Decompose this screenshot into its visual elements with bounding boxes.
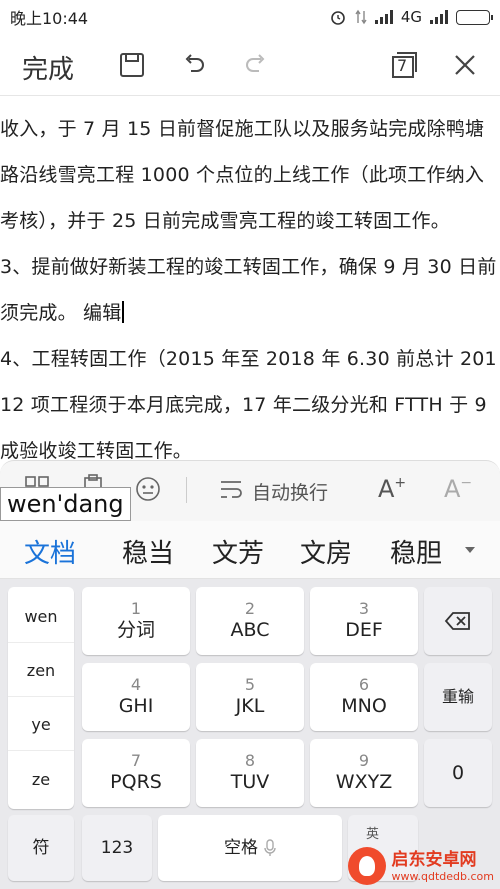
key-label: GHI (118, 695, 154, 717)
document-body[interactable]: 收入，于 7 月 15 日前督促施工队以及服务站完成除鸭塘 路沿线雪亮工程 10… (0, 100, 500, 460)
keyboard-toolbar: 自动换行 A+ A− wen'dang (0, 461, 500, 521)
key-label: 0 (451, 762, 465, 784)
expand-candidates-icon[interactable] (464, 545, 476, 555)
number-mode-label: 123 (100, 838, 134, 858)
done-button[interactable]: 完成 (22, 49, 74, 86)
key-3[interactable]: 3 DEF (310, 587, 418, 655)
doc-line: 12 项工程须于本月底完成，17 年二级分光和 FTTH 于 9 (0, 394, 487, 416)
key-number: 7 (130, 751, 142, 770)
status-bar: 晚上10:44 4G (0, 0, 500, 34)
font-increase-label: A (378, 475, 395, 503)
battery-icon (456, 9, 493, 25)
space-label: 空格 (224, 838, 258, 858)
language-label: 英 (366, 827, 380, 842)
candidate-bar: 文档 稳当 文芳 文房 稳胆 (0, 521, 500, 579)
pinyin-option[interactable]: ye (8, 699, 74, 751)
key-number: 3 (358, 599, 370, 618)
toolbar-divider (186, 477, 187, 503)
editor-toolbar: 完成 7 (0, 34, 500, 96)
text-cursor (122, 301, 125, 323)
close-icon[interactable] (449, 49, 481, 81)
network-type: 4G (400, 8, 422, 26)
symbol-label: 符 (32, 838, 50, 858)
candidate-item[interactable]: 稳当 (122, 533, 174, 570)
candidate-item[interactable]: 稳胆 (390, 533, 444, 570)
key-4[interactable]: 4 GHI (82, 663, 190, 731)
doc-line: 4、工程转固工作（2015 年至 2018 年 6.30 前总计 201 项 (0, 348, 500, 370)
key-0[interactable]: 0 (424, 739, 492, 807)
key-number: 2 (244, 599, 256, 618)
key-number: 9 (358, 751, 370, 770)
key-label: WXYZ (335, 771, 393, 793)
doc-line: 路沿线雪亮工程 1000 个点位的上线工作（此项工作纳入 (0, 164, 485, 186)
key-label: DEF (345, 619, 383, 641)
redo-icon[interactable] (240, 49, 272, 81)
keypad: wen zen ye ze 1 分词 2 ABC 3 DEF 4 GHI 5 JKL 6M… (0, 579, 500, 889)
composition-text: wen'dang (0, 487, 131, 521)
status-time: 晚上10:44 (10, 9, 89, 28)
auto-wrap-label[interactable]: 自动换行 (252, 478, 328, 505)
font-increase-button[interactable]: A+ (378, 475, 406, 503)
candidate-item[interactable]: 文房 (300, 533, 352, 570)
candidate-item[interactable]: 文档 (24, 533, 76, 570)
watermark: 启东安卓网 www.qdtdedb.com (347, 847, 494, 885)
key-1[interactable]: 1 分词 (82, 587, 190, 655)
pinyin-option[interactable]: wen (8, 591, 74, 643)
key-2[interactable]: 2 ABC (196, 587, 304, 655)
tab-count: 7 (397, 56, 408, 75)
input-method-keyboard: 自动换行 A+ A− wen'dang 文档 稳当 文芳 文房 稳胆 wen z… (0, 460, 500, 889)
key-number: 6 (358, 675, 370, 694)
key-number: 5 (244, 675, 256, 694)
space-key[interactable]: 空格 (158, 815, 342, 881)
wrap-icon[interactable] (218, 477, 244, 503)
signal-icon (374, 10, 393, 24)
doc-line-with-cursor: 须完成。 编辑 (0, 298, 125, 325)
doc-line: 考核），并于 25 日前完成雪亮工程的竣工转固工作。 (0, 210, 450, 232)
key-number: 8 (244, 751, 256, 770)
key-label: 分词 (116, 619, 155, 641)
key-label: MNO (341, 695, 387, 717)
doc-line-text: 须完成。 编辑 (0, 302, 122, 324)
plus-icon: + (394, 475, 407, 491)
reinput-button[interactable]: 重输 (424, 663, 492, 731)
pinyin-option[interactable]: zen (8, 645, 74, 697)
doc-line: 收入，于 7 月 15 日前督促施工队以及服务站完成除鸭塘 (0, 118, 485, 140)
key-number: 1 (130, 599, 142, 618)
key-7[interactable]: 7 PQRS (82, 739, 190, 807)
font-decrease-button[interactable]: A− (444, 475, 472, 503)
key-label: PQRS (110, 771, 162, 793)
watermark-url: www.qdtdedb.com (391, 869, 494, 883)
backspace-icon (444, 612, 470, 630)
emoji-icon[interactable] (134, 475, 162, 503)
key-label: ABC (230, 619, 270, 641)
microphone-icon (264, 839, 276, 856)
save-icon[interactable] (116, 49, 148, 81)
watermark-name: 启东安卓网 (391, 849, 477, 870)
symbol-button[interactable]: 符 (8, 815, 74, 881)
key-6[interactable]: 6 MNO (310, 663, 418, 731)
pinyin-column: wen zen ye ze (8, 587, 74, 809)
reinput-label: 重输 (441, 687, 474, 706)
number-mode-button[interactable]: 123 (82, 815, 152, 881)
key-9[interactable]: 9 WXYZ (310, 739, 418, 807)
font-decrease-label: A (444, 475, 461, 503)
key-8[interactable]: 8 TUV (196, 739, 304, 807)
pinyin-option[interactable]: ze (8, 753, 74, 805)
watermark-logo-icon (347, 847, 386, 885)
minus-icon: − (460, 475, 473, 491)
undo-icon[interactable] (178, 49, 210, 81)
key-5[interactable]: 5 JKL (196, 663, 304, 731)
signal-icon-2 (430, 10, 448, 24)
candidate-item[interactable]: 文芳 (212, 533, 264, 570)
key-number: 4 (130, 675, 142, 694)
backspace-button[interactable] (424, 587, 492, 655)
data-transfer-icon (355, 9, 367, 25)
doc-line: 成验收竣工转固工作。 (0, 440, 193, 460)
key-label: JKL (235, 695, 265, 717)
alarm-icon (331, 11, 345, 25)
key-label: TUV (230, 771, 270, 793)
doc-line: 3、提前做好新装工程的竣工转固工作，确保 9 月 30 日前 (0, 256, 497, 278)
tabs-icon[interactable]: 7 (388, 49, 420, 81)
